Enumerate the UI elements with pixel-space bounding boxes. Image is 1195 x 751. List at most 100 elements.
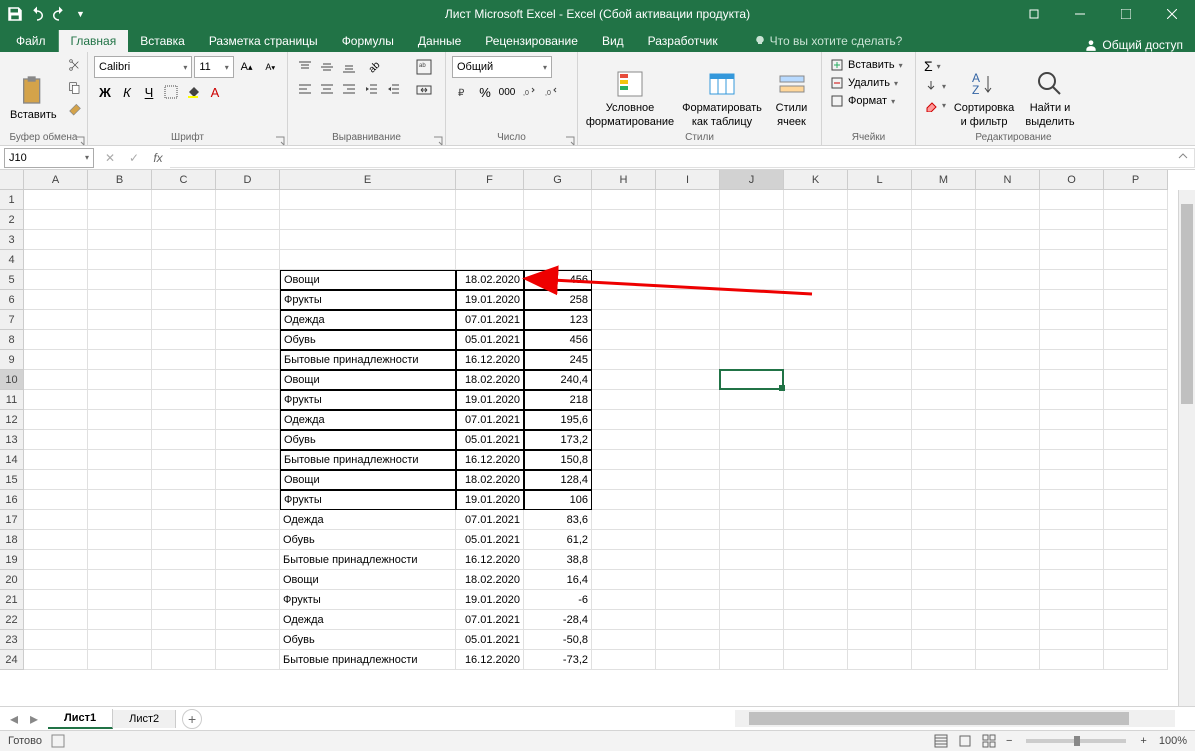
cell-I12[interactable] bbox=[656, 410, 720, 430]
delete-cells-button[interactable]: Удалить▾ bbox=[828, 74, 909, 92]
cell-O22[interactable] bbox=[1040, 610, 1104, 630]
cell-L9[interactable] bbox=[848, 350, 912, 370]
cell-A7[interactable] bbox=[24, 310, 88, 330]
name-box[interactable]: J10▾ bbox=[4, 148, 94, 168]
cell-K8[interactable] bbox=[784, 330, 848, 350]
cell-G20[interactable]: 16,4 bbox=[524, 570, 592, 590]
cell-D6[interactable] bbox=[216, 290, 280, 310]
cell-P13[interactable] bbox=[1104, 430, 1168, 450]
cell-G14[interactable]: 150,8 bbox=[524, 450, 592, 470]
cell-B15[interactable] bbox=[88, 470, 152, 490]
align-middle-button[interactable] bbox=[316, 56, 338, 78]
cell-I8[interactable] bbox=[656, 330, 720, 350]
tab-insert[interactable]: Вставка bbox=[128, 30, 197, 52]
cell-O21[interactable] bbox=[1040, 590, 1104, 610]
cell-G22[interactable]: -28,4 bbox=[524, 610, 592, 630]
cell-P2[interactable] bbox=[1104, 210, 1168, 230]
cell-J15[interactable] bbox=[720, 470, 784, 490]
page-break-view-button[interactable] bbox=[978, 732, 1000, 750]
cell-D2[interactable] bbox=[216, 210, 280, 230]
cell-K12[interactable] bbox=[784, 410, 848, 430]
cell-N20[interactable] bbox=[976, 570, 1040, 590]
row-header-16[interactable]: 16 bbox=[0, 490, 24, 510]
horizontal-scrollbar[interactable] bbox=[735, 710, 1175, 727]
cell-B2[interactable] bbox=[88, 210, 152, 230]
cell-P9[interactable] bbox=[1104, 350, 1168, 370]
tab-data[interactable]: Данные bbox=[406, 30, 473, 52]
cell-E24[interactable]: Бытовые принадлежности bbox=[280, 650, 456, 670]
cell-F21[interactable]: 19.01.2020 bbox=[456, 590, 524, 610]
row-header-6[interactable]: 6 bbox=[0, 290, 24, 310]
tab-formulas[interactable]: Формулы bbox=[330, 30, 406, 52]
cell-N22[interactable] bbox=[976, 610, 1040, 630]
cell-N4[interactable] bbox=[976, 250, 1040, 270]
cell-I6[interactable] bbox=[656, 290, 720, 310]
cell-N12[interactable] bbox=[976, 410, 1040, 430]
cell-D21[interactable] bbox=[216, 590, 280, 610]
cell-M2[interactable] bbox=[912, 210, 976, 230]
cell-P20[interactable] bbox=[1104, 570, 1168, 590]
cell-D8[interactable] bbox=[216, 330, 280, 350]
cell-I21[interactable] bbox=[656, 590, 720, 610]
cell-B18[interactable] bbox=[88, 530, 152, 550]
cell-I18[interactable] bbox=[656, 530, 720, 550]
cell-N13[interactable] bbox=[976, 430, 1040, 450]
cell-F2[interactable] bbox=[456, 210, 524, 230]
cell-G4[interactable] bbox=[524, 250, 592, 270]
cell-P14[interactable] bbox=[1104, 450, 1168, 470]
cell-G9[interactable]: 245 bbox=[524, 350, 592, 370]
cell-G2[interactable] bbox=[524, 210, 592, 230]
cell-A21[interactable] bbox=[24, 590, 88, 610]
wrap-text-button[interactable]: ab bbox=[409, 56, 439, 78]
cell-O8[interactable] bbox=[1040, 330, 1104, 350]
cell-K17[interactable] bbox=[784, 510, 848, 530]
cell-I11[interactable] bbox=[656, 390, 720, 410]
cell-G5[interactable]: 456 bbox=[524, 270, 592, 290]
cell-P17[interactable] bbox=[1104, 510, 1168, 530]
row-header-1[interactable]: 1 bbox=[0, 190, 24, 210]
row-header-9[interactable]: 9 bbox=[0, 350, 24, 370]
cell-P16[interactable] bbox=[1104, 490, 1168, 510]
copy-button[interactable] bbox=[64, 77, 86, 99]
cell-P8[interactable] bbox=[1104, 330, 1168, 350]
cell-styles-button[interactable]: Стили ячеек bbox=[768, 54, 815, 143]
row-header-11[interactable]: 11 bbox=[0, 390, 24, 410]
cell-C23[interactable] bbox=[152, 630, 216, 650]
cell-M9[interactable] bbox=[912, 350, 976, 370]
cell-J5[interactable] bbox=[720, 270, 784, 290]
cell-N3[interactable] bbox=[976, 230, 1040, 250]
col-header-E[interactable]: E bbox=[280, 170, 456, 190]
cell-L15[interactable] bbox=[848, 470, 912, 490]
cell-K20[interactable] bbox=[784, 570, 848, 590]
cell-M16[interactable] bbox=[912, 490, 976, 510]
row-header-3[interactable]: 3 bbox=[0, 230, 24, 250]
cell-J17[interactable] bbox=[720, 510, 784, 530]
cell-E6[interactable]: Фрукты bbox=[280, 290, 456, 310]
cell-P23[interactable] bbox=[1104, 630, 1168, 650]
cell-H22[interactable] bbox=[592, 610, 656, 630]
cell-O11[interactable] bbox=[1040, 390, 1104, 410]
cell-H21[interactable] bbox=[592, 590, 656, 610]
cell-F17[interactable]: 07.01.2021 bbox=[456, 510, 524, 530]
cell-B7[interactable] bbox=[88, 310, 152, 330]
cell-J13[interactable] bbox=[720, 430, 784, 450]
cell-D7[interactable] bbox=[216, 310, 280, 330]
cell-N9[interactable] bbox=[976, 350, 1040, 370]
cell-F20[interactable]: 18.02.2020 bbox=[456, 570, 524, 590]
cell-P7[interactable] bbox=[1104, 310, 1168, 330]
cell-H23[interactable] bbox=[592, 630, 656, 650]
cell-K9[interactable] bbox=[784, 350, 848, 370]
cell-E2[interactable] bbox=[280, 210, 456, 230]
cell-K21[interactable] bbox=[784, 590, 848, 610]
cell-B17[interactable] bbox=[88, 510, 152, 530]
align-right-button[interactable] bbox=[338, 78, 360, 100]
cell-P6[interactable] bbox=[1104, 290, 1168, 310]
cell-H11[interactable] bbox=[592, 390, 656, 410]
cell-P10[interactable] bbox=[1104, 370, 1168, 390]
row-header-17[interactable]: 17 bbox=[0, 510, 24, 530]
cell-H18[interactable] bbox=[592, 530, 656, 550]
cell-I7[interactable] bbox=[656, 310, 720, 330]
row-header-24[interactable]: 24 bbox=[0, 650, 24, 670]
cell-D23[interactable] bbox=[216, 630, 280, 650]
cell-K6[interactable] bbox=[784, 290, 848, 310]
